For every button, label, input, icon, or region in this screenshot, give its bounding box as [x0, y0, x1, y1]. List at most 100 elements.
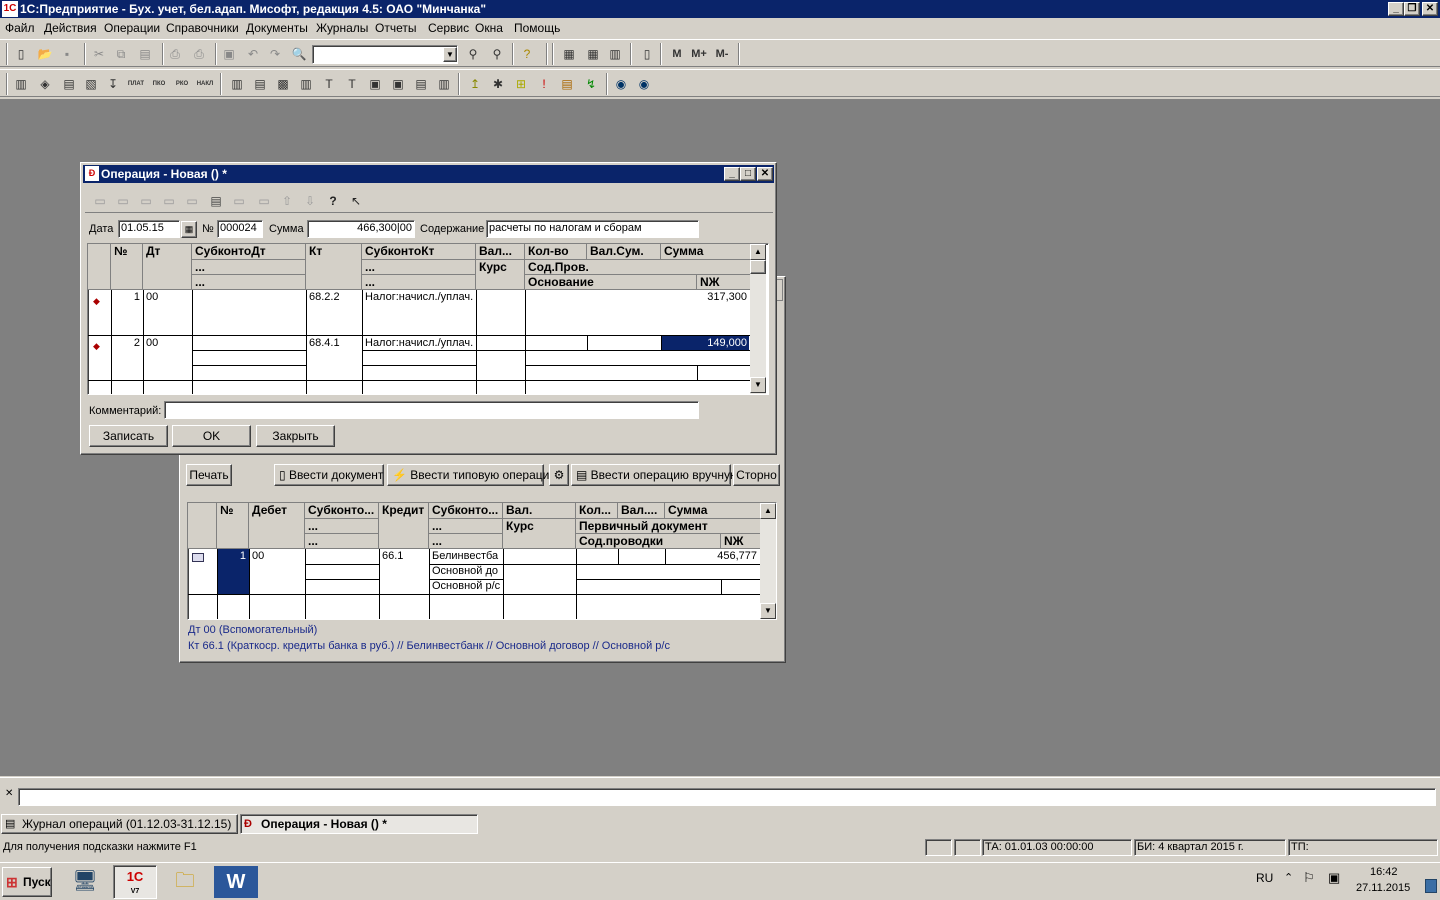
journal-row-summa[interactable]: 456,777: [665, 549, 759, 563]
print-icon[interactable]: ⎙: [166, 45, 184, 63]
paste-icon[interactable]: ▤: [136, 45, 154, 63]
entry-row-2-dt[interactable]: 00: [143, 336, 192, 350]
report6-icon[interactable]: T: [343, 75, 361, 93]
journal-icon[interactable]: ▤: [60, 75, 78, 93]
print-preview-icon[interactable]: ⎙: [190, 45, 208, 63]
scroll-up-icon[interactable]: ▲: [760, 503, 776, 519]
clock-time[interactable]: 16:42: [1370, 866, 1398, 878]
tab-operation[interactable]: Ð Операция - Новая () *: [240, 814, 478, 834]
properties-icon[interactable]: ▣: [220, 45, 238, 63]
dialog-close-button[interactable]: ✕: [757, 167, 773, 181]
operation-tool-icon[interactable]: ⚙: [549, 464, 569, 486]
journal-row-sub2[interactable]: Основной до: [429, 564, 503, 578]
memory-m-button[interactable]: M: [668, 45, 686, 63]
flag-icon[interactable]: ⚐: [1303, 870, 1315, 886]
message-window[interactable]: [18, 788, 1436, 806]
tool1-icon[interactable]: ↥: [466, 75, 484, 93]
globe2-icon[interactable]: ◉: [635, 75, 653, 93]
entries-scrollbar[interactable]: ▲ ▼: [760, 503, 776, 619]
operations-icon[interactable]: ◈: [36, 75, 54, 93]
show-desktop-button[interactable]: [1425, 879, 1437, 893]
restore-button[interactable]: ❐: [1404, 2, 1420, 16]
entry-row-1-subkt[interactable]: Налог:начисл./уплач.: [362, 290, 476, 304]
help-icon[interactable]: ?: [518, 45, 536, 63]
scroll-down-icon[interactable]: ▼: [750, 377, 766, 393]
enter-typical-operation-button[interactable]: ⚡ Ввести типовую операцию: [387, 464, 558, 486]
scroll-thumb[interactable]: [750, 260, 766, 274]
close-button[interactable]: ✕: [1422, 2, 1438, 16]
taskbar-1c-v7[interactable]: 1С V7: [113, 865, 157, 899]
copy-icon[interactable]: ⧉: [112, 45, 130, 63]
menu-operations[interactable]: Операции: [104, 21, 160, 35]
nakl-doc-icon[interactable]: НАКЛ: [196, 75, 214, 93]
tool3-icon[interactable]: ⊞: [512, 75, 530, 93]
find-prev-icon[interactable]: ⚲: [488, 45, 506, 63]
undo-icon[interactable]: ↶: [244, 45, 262, 63]
move-down-icon[interactable]: ⇩: [301, 192, 319, 210]
report9-icon[interactable]: ▤: [412, 75, 430, 93]
table-icon[interactable]: ▤: [207, 192, 225, 210]
quicklaunch-explorer-icon[interactable]: 🗀: [165, 867, 205, 897]
scroll-up-icon[interactable]: ▲: [750, 244, 766, 260]
entry-row-1-summa[interactable]: 317,300: [661, 290, 749, 304]
tool2-icon[interactable]: ✱: [489, 75, 507, 93]
journal-row-debet[interactable]: 00: [249, 549, 305, 563]
calendar-icon[interactable]: ▦: [584, 45, 602, 63]
minimize-button[interactable]: _: [1388, 2, 1404, 16]
plat-doc-icon[interactable]: ПЛАТ: [127, 75, 145, 93]
calculator-icon[interactable]: ▦: [560, 45, 578, 63]
entry-row-1-kt[interactable]: 68.2.2: [306, 290, 362, 304]
properties-row-icon[interactable]: ▭: [230, 192, 248, 210]
move-up-icon[interactable]: ⇧: [278, 192, 296, 210]
entry-row-2-subkt[interactable]: Налог:начисл./уплач.: [362, 336, 476, 350]
print-button[interactable]: Печать: [186, 464, 232, 486]
close-messages-icon[interactable]: ✕: [5, 788, 13, 799]
add-row-icon[interactable]: ▭: [91, 192, 109, 210]
clock-date[interactable]: 27.11.2015: [1356, 882, 1410, 894]
redo-icon[interactable]: ↷: [266, 45, 284, 63]
operation-entries-grid[interactable]: № Дт СубконтоДт ... ... Кт СубконтоКт ..…: [87, 243, 769, 395]
insert-row-icon[interactable]: ▭: [114, 192, 132, 210]
delete-row-icon[interactable]: ▭: [183, 192, 201, 210]
entries-vscroll[interactable]: ▲ ▼: [750, 244, 766, 394]
report7-icon[interactable]: ▣: [366, 75, 384, 93]
menu-references[interactable]: Справочники: [166, 21, 239, 35]
date-field[interactable]: 01.05.15: [118, 220, 180, 238]
entry-row-1-num[interactable]: 1: [111, 290, 143, 304]
report5-icon[interactable]: T: [320, 75, 338, 93]
comment-field[interactable]: [164, 401, 699, 419]
language-indicator[interactable]: RU: [1256, 871, 1273, 885]
chevron-down-icon[interactable]: ▼: [443, 47, 457, 62]
pko-doc-icon[interactable]: ПКО: [150, 75, 168, 93]
cut-icon[interactable]: ✂: [90, 45, 108, 63]
memory-plus-button[interactable]: M+: [690, 45, 708, 63]
menu-service[interactable]: Сервис: [428, 21, 469, 35]
number-field[interactable]: 000024: [217, 220, 263, 238]
entry-row-2-summa[interactable]: 149,000: [661, 336, 749, 350]
scroll-down-icon[interactable]: ▼: [760, 603, 776, 619]
calendar-icon[interactable]: ▦: [181, 221, 197, 238]
close-dialog-button[interactable]: Закрыть: [256, 425, 335, 447]
save-button[interactable]: Записать: [89, 425, 168, 447]
report8-icon[interactable]: ▣: [389, 75, 407, 93]
dialog-maximize-button[interactable]: □: [740, 167, 756, 181]
journal-row-kredit[interactable]: 66.1: [379, 549, 429, 563]
entry-row-1-dt[interactable]: 00: [143, 290, 192, 304]
tool5-icon[interactable]: ▤: [558, 75, 576, 93]
tray-expand-icon[interactable]: ⌃: [1284, 871, 1293, 884]
entry-row-2-kt[interactable]: 68.4.1: [306, 336, 362, 350]
journal-row-sub1[interactable]: Белинвестба: [429, 549, 503, 563]
save-icon[interactable]: ▪: [58, 45, 76, 63]
enter-manual-operation-button[interactable]: ▤ Ввести операцию вручную: [571, 464, 739, 486]
menu-documents[interactable]: Документы: [246, 21, 308, 35]
globe1-icon[interactable]: ◉: [612, 75, 630, 93]
new-document-icon[interactable]: ▯: [12, 45, 30, 63]
memory-minus-button[interactable]: M-: [713, 45, 731, 63]
copy-row-icon[interactable]: ▭: [160, 192, 178, 210]
find-next-icon[interactable]: ⚲: [464, 45, 482, 63]
entries-grid[interactable]: № Дебет Субконто... ... ... Кредит Субко…: [187, 502, 777, 620]
chart-of-accounts-icon[interactable]: ▥: [12, 75, 30, 93]
menu-journals[interactable]: Журналы: [316, 21, 368, 35]
menu-reports[interactable]: Отчеты: [375, 21, 416, 35]
transfer-icon[interactable]: ↧: [104, 75, 122, 93]
